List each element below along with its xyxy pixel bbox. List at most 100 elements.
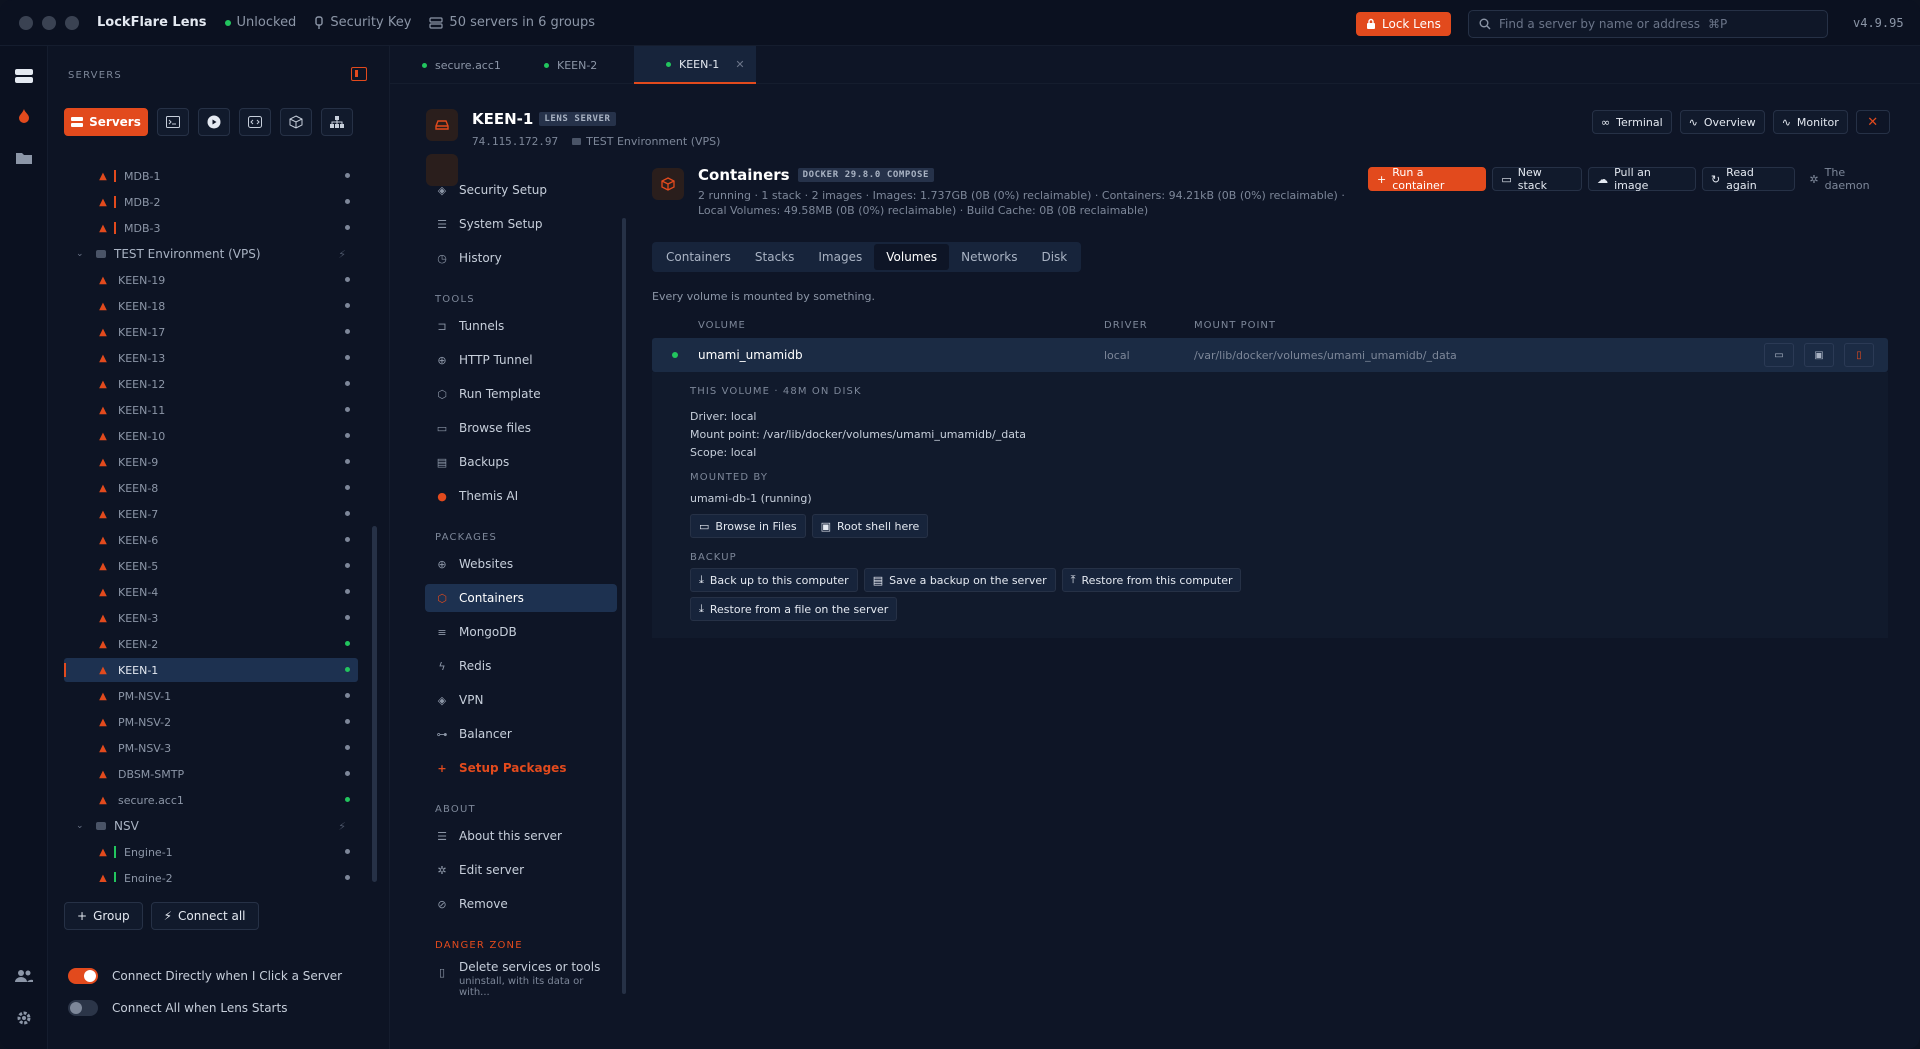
nav-tunnels[interactable]: ⊐ Tunnels [425,312,617,340]
server-item-keen-1[interactable]: ▲ KEEN-1 [64,658,358,682]
daemon-button[interactable]: ✲ The daemon [1809,166,1892,192]
server-item-dbsm-smtp[interactable]: ▲ DBSM-SMTP [64,762,358,786]
maximize-window-button[interactable] [65,15,79,30]
nav-run-template[interactable]: ⬡ Run Template [425,380,617,408]
nav-redis[interactable]: ϟ Redis [425,652,617,680]
server-item-pm-nsv-1[interactable]: ▲ PM-NSV-1 [64,684,358,708]
lock-lens-button[interactable]: Lock Lens [1356,12,1451,36]
subtab-images[interactable]: Images [806,244,874,270]
server-item-keen-6[interactable]: ▲ KEEN-6 [64,528,358,552]
nav-history[interactable]: ◷ History [425,244,617,272]
terminal-icon[interactable]: ▣ [1804,343,1834,367]
folder-icon[interactable]: ▭ [1764,343,1794,367]
group-nsv[interactable]: ⌄ NSV ⚡ [64,814,358,838]
terminal-button[interactable]: ∞ Terminal [1592,110,1672,134]
server-item-mdb-3[interactable]: ▲ MDB-3 [64,216,358,240]
server-item-keen-2[interactable]: ▲ KEEN-2 [64,632,358,656]
nav-websites[interactable]: ⊕ Websites [425,550,617,578]
close-window-button[interactable] [19,15,33,30]
subtab-containers[interactable]: Containers [654,244,743,270]
server-item-engine-1[interactable]: ▲ Engine-1 [64,840,358,864]
backup-server-button[interactable]: ▤ Save a backup on the server [863,568,1056,592]
nav-about-server[interactable]: ☰ About this server [425,822,617,850]
nav-browse-files[interactable]: ▭ Browse files [425,414,617,442]
server-item-keen-17[interactable]: ▲ KEEN-17 [64,320,358,344]
subtab-stacks[interactable]: Stacks [743,244,806,270]
browse-in-files-button[interactable]: ▭ Browse in Files [690,514,806,538]
restore-local-button[interactable]: ⤒ Restore from this computer [1061,568,1242,592]
connect-directly-toggle[interactable] [68,968,98,984]
table-row[interactable]: umami_umamidb local /var/lib/docker/volu… [652,338,1888,372]
minimize-window-button[interactable] [42,15,56,30]
security-key-status[interactable]: Security Key [314,15,411,30]
pull-image-button[interactable]: ☁ Pull an image [1588,166,1696,192]
subtab-volumes[interactable]: Volumes [874,244,950,270]
close-server-button[interactable]: ✕ [1855,110,1890,134]
nav-containers[interactable]: ⬡ Containers [425,584,617,612]
nav-system-setup[interactable]: ☰ System Setup [425,210,617,238]
close-tab-icon[interactable]: ✕ [735,58,744,71]
server-item-keen-9[interactable]: ▲ KEEN-9 [64,450,358,474]
server-item-pm-nsv-2[interactable]: ▲ PM-NSV-2 [64,710,358,734]
package-view-button[interactable] [280,108,312,136]
flame-rail-icon[interactable] [12,104,36,128]
backup-local-button[interactable]: ⤓ Back up to this computer [690,568,858,592]
restore-server-button[interactable]: ⤓ Restore from a file on the server [690,597,898,621]
read-again-button[interactable]: ↻ Read again [1701,166,1796,192]
server-item-pm-nsv-3[interactable]: ▲ PM-NSV-3 [64,736,358,760]
root-shell-button[interactable]: ▣ Root shell here [811,514,929,538]
new-stack-button[interactable]: ▭ New stack [1492,166,1583,192]
gear-rail-icon[interactable] [12,1006,36,1030]
server-item-keen-18[interactable]: ▲ KEEN-18 [64,294,358,318]
terminal-view-button[interactable] [157,108,189,136]
nav-mongodb[interactable]: ≡ MongoDB [425,618,617,646]
server-item-keen-4[interactable]: ▲ KEEN-4 [64,580,358,604]
overview-button[interactable]: ∿ Overview [1679,110,1765,134]
tab-secure-acc1[interactable]: secure.acc1 [390,46,512,84]
server-item-keen-13[interactable]: ▲ KEEN-13 [64,346,358,370]
server-item-keen-12[interactable]: ▲ KEEN-12 [64,372,358,396]
nav-scrollbar[interactable] [622,218,626,994]
server-item-keen-5[interactable]: ▲ KEEN-5 [64,554,358,578]
server-item-keen-11[interactable]: ▲ KEEN-11 [64,398,358,422]
run-view-button[interactable] [198,108,230,136]
server-item-keen-10[interactable]: ▲ KEEN-10 [64,424,358,448]
server-item-keen-19[interactable]: ▲ KEEN-19 [64,268,358,292]
collapse-sidebar-icon[interactable] [351,67,367,81]
nav-balancer[interactable]: ⊶ Balancer [425,720,617,748]
subtab-disk[interactable]: Disk [1029,244,1079,270]
server-item-keen-8[interactable]: ▲ KEEN-8 [64,476,358,500]
connect-all-button[interactable]: ⚡ Connect all [150,902,259,930]
server-item-keen-3[interactable]: ▲ KEEN-3 [64,606,358,630]
nav-security-setup[interactable]: ◈ Security Setup [425,176,617,204]
servers-rail-icon[interactable] [12,64,36,88]
users-rail-icon[interactable] [12,964,36,988]
group-test-environment[interactable]: ⌄ TEST Environment (VPS) ⚡ [64,242,358,266]
servers-view-button[interactable]: Servers [64,108,148,136]
monitor-button[interactable]: ∿ Monitor [1772,110,1848,134]
tab-keen-1[interactable]: KEEN-1 ✕ [634,46,756,84]
server-item-engine-2[interactable]: ▲ Engine-2 [64,866,358,882]
add-group-button[interactable]: + Group [64,902,143,930]
server-item-mdb-1[interactable]: ▲ MDB-1 [64,164,358,188]
nav-remove[interactable]: ⊘ Remove [425,890,617,918]
nav-setup-packages[interactable]: + Setup Packages [425,754,617,782]
nav-delete-services[interactable]: ▯ Delete services or tools uninstall, wi… [425,958,617,998]
sidebar-scrollbar[interactable] [372,526,377,882]
nav-backups[interactable]: ▤ Backups [425,448,617,476]
nav-http-tunnel[interactable]: ⊕ HTTP Tunnel [425,346,617,374]
nav-vpn[interactable]: ◈ VPN [425,686,617,714]
tab-keen-2[interactable]: KEEN-2 [512,46,634,84]
server-item-mdb-2[interactable]: ▲ MDB-2 [64,190,358,214]
nav-themis-ai[interactable]: ● Themis AI [425,482,617,510]
server-item-keen-7[interactable]: ▲ KEEN-7 [64,502,358,526]
bolt-icon[interactable]: ⚡ [338,248,346,261]
server-item-secure-acc1[interactable]: ▲ secure.acc1 [64,788,358,812]
subtab-networks[interactable]: Networks [949,244,1029,270]
connect-all-toggle[interactable] [68,1000,98,1016]
code-view-button[interactable] [239,108,271,136]
folder-rail-icon[interactable] [12,146,36,170]
nav-edit-server[interactable]: ✲ Edit server [425,856,617,884]
server-search-input[interactable]: Find a server by name or address ⌘P [1468,10,1828,38]
bolt-icon[interactable]: ⚡ [338,820,346,833]
